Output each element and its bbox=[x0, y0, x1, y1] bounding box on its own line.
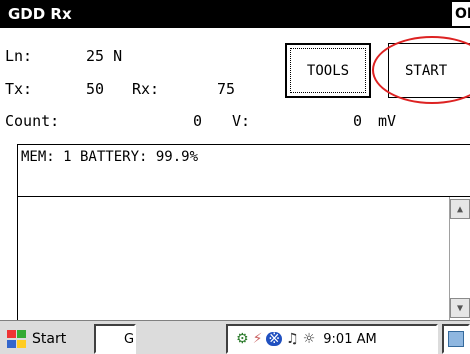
count-label: Count: bbox=[5, 112, 60, 130]
desktop-icon[interactable] bbox=[442, 324, 470, 354]
window-title: GDD Rx bbox=[8, 5, 72, 23]
v-label: V: bbox=[232, 112, 251, 130]
clock[interactable]: 9:01 AM bbox=[323, 332, 376, 347]
tools-button[interactable]: TOOLS bbox=[285, 43, 371, 98]
volume-icon[interactable]: ♫ bbox=[286, 332, 299, 346]
log-scrollbar[interactable]: ▲ ▼ bbox=[449, 197, 470, 320]
battery-icon[interactable]: ⚡ bbox=[253, 332, 263, 346]
connection-icon[interactable]: ☼ bbox=[303, 332, 316, 346]
tx-value: 50 bbox=[86, 80, 105, 98]
network-icon[interactable]: ⚙ bbox=[236, 332, 249, 346]
ok-button[interactable]: OK bbox=[452, 2, 470, 26]
start-menu-button[interactable]: Start bbox=[6, 325, 94, 353]
ln-label: Ln: bbox=[5, 47, 33, 65]
start-button[interactable]: START bbox=[388, 43, 470, 98]
taskbar: Start G ⚙ ⚡ ※ ♫ ☼ 9:01 AM bbox=[0, 320, 470, 354]
log-area[interactable] bbox=[17, 197, 470, 320]
ln-value: 25 N bbox=[86, 47, 123, 65]
tx-label: Tx: bbox=[5, 80, 33, 98]
v-unit: mV bbox=[378, 112, 397, 130]
rx-value: 75 bbox=[217, 80, 236, 98]
v-value: 0 bbox=[353, 112, 363, 130]
taskbar-item[interactable]: G bbox=[94, 324, 136, 354]
start-menu-label: Start bbox=[32, 331, 67, 347]
bluetooth-icon[interactable]: ※ bbox=[266, 332, 283, 346]
count-value: 0 bbox=[193, 112, 203, 130]
system-tray: ⚙ ⚡ ※ ♫ ☼ 9:01 AM bbox=[226, 324, 438, 354]
status-box: MEM: 1 BATTERY: 99.9% bbox=[17, 144, 470, 197]
windows-flag-icon bbox=[6, 329, 28, 349]
tools-button-label: TOOLS bbox=[290, 48, 366, 93]
rx-label: Rx: bbox=[132, 80, 160, 98]
status-text: MEM: 1 BATTERY: 99.9% bbox=[21, 149, 199, 165]
scroll-down-icon[interactable]: ▼ bbox=[450, 298, 470, 318]
scroll-up-icon[interactable]: ▲ bbox=[450, 199, 470, 219]
